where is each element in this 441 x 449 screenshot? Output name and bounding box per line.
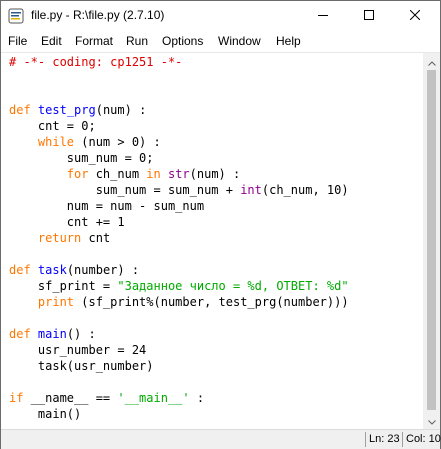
code-token: # -*- coding: cp1251 -*- <box>9 55 183 69</box>
close-button[interactable] <box>392 1 438 31</box>
idle-editor-window: file.py - R:\file.py (2.7.10) File Edit … <box>0 0 441 449</box>
code-token: sum_num = 0; <box>9 151 154 165</box>
code-token: def <box>9 103 31 117</box>
maximize-icon <box>364 7 374 25</box>
status-bar: Ln: 23 Col: 10 <box>1 429 441 449</box>
code-line[interactable]: def test_prg(num) : <box>9 102 349 118</box>
code-token: (num > 0) : <box>74 135 161 149</box>
code-token: for <box>66 167 89 181</box>
code-token: num = num - sum_num <box>9 199 205 213</box>
code-token: __name__ == <box>23 391 118 405</box>
maximize-button[interactable] <box>346 1 392 31</box>
menu-format[interactable]: Format <box>75 34 113 48</box>
code-token: cnt += 1 <box>9 215 125 229</box>
window-title: file.py - R:\file.py (2.7.10) <box>31 8 165 22</box>
code-line[interactable]: print (sf_print%(number, test_prg(number… <box>9 294 349 310</box>
code-editor[interactable]: # -*- coding: cp1251 -*- def test_prg(nu… <box>1 53 423 429</box>
code-line[interactable] <box>9 374 349 390</box>
code-token: cnt = 0; <box>9 119 96 133</box>
menu-file[interactable]: File <box>8 34 27 48</box>
title-bar[interactable]: file.py - R:\file.py (2.7.10) <box>1 1 440 31</box>
code-line[interactable]: cnt += 1 <box>9 214 349 230</box>
python-idle-icon[interactable] <box>8 8 24 24</box>
code-line[interactable]: if __name__ == '__main__' : <box>9 390 349 406</box>
code-token: in <box>146 167 161 181</box>
code-line[interactable]: for ch_num in str(num) : <box>9 166 349 182</box>
code-token: str <box>167 167 190 181</box>
code-token: '__main__' <box>117 391 190 405</box>
menu-run[interactable]: Run <box>126 34 148 48</box>
code-token: return <box>37 231 82 245</box>
code-token: ch_num <box>88 167 147 181</box>
code-line[interactable]: return cnt <box>9 230 349 246</box>
code-token: : <box>189 391 205 405</box>
chevron-up-icon <box>427 53 436 71</box>
minimize-button[interactable] <box>300 1 346 31</box>
code-token: main() <box>9 407 82 421</box>
code-token: print <box>37 295 75 309</box>
code-line[interactable] <box>9 246 349 262</box>
code-line[interactable] <box>9 70 349 86</box>
code-token: (ch_num, 10) <box>261 183 349 197</box>
code-line[interactable]: sum_num = 0; <box>9 150 349 166</box>
code-line[interactable]: cnt = 0; <box>9 118 349 134</box>
minimize-icon <box>318 7 328 25</box>
code-token: task <box>37 263 67 277</box>
scroll-up-button[interactable] <box>423 53 440 70</box>
code-token: sf_print = <box>9 279 118 293</box>
code-line[interactable]: sf_print = "Заданное число = %d, ОТВЕТ: … <box>9 278 349 294</box>
code-token: task(usr_number) <box>9 359 154 373</box>
code-line[interactable]: # -*- coding: cp1251 -*- <box>9 54 349 70</box>
code-line[interactable] <box>9 86 349 102</box>
menu-window[interactable]: Window <box>218 34 261 48</box>
code-line[interactable]: sum_num = sum_num + int(ch_num, 10) <box>9 182 349 198</box>
code-token: cnt <box>81 231 111 245</box>
scroll-down-button[interactable] <box>423 412 440 429</box>
code-token: (num) : <box>95 103 147 117</box>
code-token: def <box>9 327 31 341</box>
code-token: (number) : <box>66 263 140 277</box>
code-token: (num) : <box>189 167 241 181</box>
code-line[interactable]: def main() : <box>9 326 349 342</box>
code-token: if <box>9 391 24 405</box>
menu-options[interactable]: Options <box>162 34 203 48</box>
scrollbar-thumb[interactable] <box>427 70 436 410</box>
code-token: main <box>37 327 67 341</box>
code-line[interactable]: while (num > 0) : <box>9 134 349 150</box>
code-token: () : <box>66 327 96 341</box>
status-line-number: Ln: 23 <box>365 432 403 447</box>
code-token: usr_number = 24 <box>9 343 147 357</box>
code-token: sum_num = sum_num + <box>9 183 241 197</box>
code-token: while <box>37 135 75 149</box>
code-line[interactable]: def task(number) : <box>9 262 349 278</box>
vertical-scrollbar[interactable] <box>423 53 440 429</box>
status-column-number: Col: 10 <box>402 432 441 447</box>
menu-edit[interactable]: Edit <box>41 34 62 48</box>
code-line[interactable]: usr_number = 24 <box>9 342 349 358</box>
code-line[interactable]: task(usr_number) <box>9 358 349 374</box>
code-token: def <box>9 263 31 277</box>
close-icon <box>409 7 421 25</box>
code-line[interactable]: num = num - sum_num <box>9 198 349 214</box>
code-token: int <box>240 183 262 197</box>
code-token: test_prg <box>37 103 96 117</box>
code-token: (sf_print%(number, test_prg(number))) <box>74 295 349 309</box>
chevron-down-icon <box>427 412 436 430</box>
code-line[interactable] <box>9 310 349 326</box>
code-line[interactable]: main() <box>9 406 349 422</box>
menu-help[interactable]: Help <box>276 34 301 48</box>
code-token: "Заданное число = %d, ОТВЕТ: %d" <box>117 279 349 293</box>
menu-bar: File Edit Format Run Options Window Help <box>1 31 440 53</box>
code-text[interactable]: # -*- coding: cp1251 -*- def test_prg(nu… <box>9 54 349 422</box>
